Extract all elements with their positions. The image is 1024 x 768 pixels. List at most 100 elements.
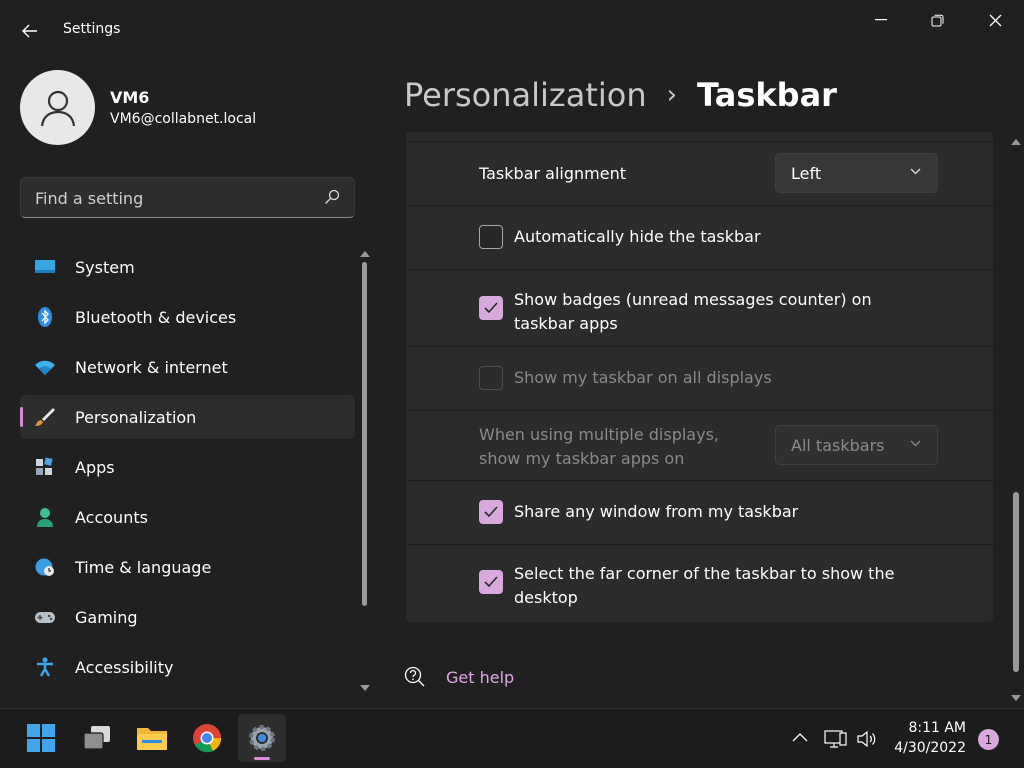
restore-icon (931, 14, 943, 26)
setting-far-corner[interactable]: Select the far corner of the taskbar to … (406, 545, 993, 622)
setting-auto-hide[interactable]: Automatically hide the taskbar (406, 206, 993, 270)
chevron-up-icon[interactable] (791, 729, 809, 747)
all-displays-checkbox[interactable] (479, 366, 503, 390)
main-scrollbar[interactable] (1008, 132, 1024, 706)
checkmark-icon (484, 576, 498, 588)
gear-icon (249, 725, 275, 751)
sidebar-item-time-language[interactable]: Time & language (20, 545, 355, 589)
setting-all-displays: Show my taskbar on all displays (406, 347, 993, 411)
folder-icon (137, 728, 167, 750)
notification-badge[interactable]: 1 (978, 729, 999, 750)
search-input[interactable]: Find a setting (20, 177, 355, 218)
windows-logo-icon (27, 724, 55, 752)
taskbar-settings-button[interactable] (238, 714, 286, 762)
taskbar-behaviors-card: Taskbar alignment Left Automatically hid… (406, 132, 993, 622)
checkmark-icon (484, 302, 498, 314)
avatar[interactable] (20, 70, 95, 145)
taskbar-start-button[interactable] (17, 714, 65, 762)
sidebar-item-gaming[interactable]: Gaming (20, 595, 355, 639)
clock-time[interactable]: 8:11 AM (908, 720, 966, 736)
profile-email: VM6@collabnet.local (110, 111, 257, 127)
taskbar-file-explorer-button[interactable] (128, 714, 176, 762)
alignment-dropdown[interactable]: Left (775, 153, 938, 193)
setting-label: Taskbar alignment (479, 164, 626, 183)
sidebar-item-label: Personalization (75, 408, 197, 427)
sidebar-item-system[interactable]: System (20, 245, 355, 289)
sidebar-item-personalization[interactable]: Personalization (20, 395, 355, 439)
sidebar-item-accessibility[interactable]: Accessibility (20, 645, 355, 689)
chrome-icon (193, 724, 222, 753)
setting-label: Show badges (unread messages counter) on… (514, 290, 872, 333)
globe-clock-icon (35, 558, 54, 576)
network-icon[interactable] (824, 729, 848, 749)
taskbar-task-view-button[interactable] (73, 714, 121, 762)
breadcrumb-separator: › (666, 80, 678, 110)
close-icon (989, 14, 1001, 26)
multi-display-dropdown[interactable]: All taskbars (775, 425, 938, 465)
task-view-icon (83, 726, 110, 750)
clock-date[interactable]: 4/30/2022 (894, 740, 966, 756)
dropdown-value: All taskbars (791, 436, 885, 455)
chevron-down-icon (910, 168, 921, 175)
selection-indicator (20, 407, 23, 427)
setting-label: When using multiple displays, show my ta… (479, 425, 719, 468)
close-button[interactable] (967, 4, 1023, 36)
chevron-down-icon (910, 440, 921, 447)
taskbar-chrome-button[interactable] (183, 714, 231, 762)
badges-checkbox[interactable] (479, 296, 503, 320)
main-scroll-thumb[interactable] (1013, 492, 1019, 672)
card-top-edge (406, 132, 993, 142)
sidebar-item-label: Accounts (75, 508, 148, 527)
dropdown-value: Left (791, 164, 822, 183)
back-button[interactable] (14, 16, 46, 46)
sidebar-scroll-thumb[interactable] (362, 262, 367, 606)
bluetooth-icon (38, 307, 52, 327)
scroll-up-icon (360, 251, 370, 257)
get-help-link[interactable]: Get help (404, 663, 514, 691)
setting-share-window[interactable]: Share any window from my taskbar (406, 481, 993, 545)
scroll-down-icon (1011, 695, 1021, 701)
minimize-icon (875, 19, 887, 21)
sidebar-item-label: Accessibility (75, 658, 174, 677)
volume-icon[interactable] (856, 729, 878, 749)
minimize-button[interactable] (853, 4, 909, 36)
share-window-checkbox[interactable] (479, 500, 503, 524)
brush-icon (35, 408, 55, 426)
help-chat-icon (404, 666, 425, 687)
sidebar-item-apps[interactable]: Apps (20, 445, 355, 489)
sidebar-item-network[interactable]: Network & internet (20, 345, 355, 389)
back-arrow-icon (22, 24, 37, 38)
sidebar-item-label: Gaming (75, 608, 138, 627)
scroll-down-icon (360, 685, 370, 691)
setting-label: Share any window from my taskbar (514, 502, 799, 521)
setting-badges[interactable]: Show badges (unread messages counter) on… (406, 270, 993, 347)
scroll-up-icon (1011, 139, 1021, 145)
setting-label: Automatically hide the taskbar (514, 227, 761, 246)
title-bar: Settings (0, 0, 1024, 62)
active-app-indicator (254, 757, 270, 760)
profile-name: VM6 (110, 88, 150, 107)
sidebar-nav: System Bluetooth & devices Network & int… (20, 245, 355, 695)
get-help-label: Get help (446, 667, 515, 687)
setting-taskbar-alignment: Taskbar alignment Left (406, 142, 993, 206)
sidebar-item-accounts[interactable]: Accounts (20, 495, 355, 539)
sidebar-item-label: Time & language (75, 558, 212, 577)
sidebar-item-label: System (75, 258, 135, 277)
search-icon (325, 189, 340, 204)
sidebar-scrollbar[interactable] (358, 248, 372, 694)
sidebar-item-bluetooth[interactable]: Bluetooth & devices (20, 295, 355, 339)
auto-hide-checkbox[interactable] (479, 225, 503, 249)
setting-label: Show my taskbar on all displays (514, 368, 772, 387)
restore-button[interactable] (909, 4, 965, 36)
breadcrumb: Personalization › Taskbar (404, 72, 837, 118)
sidebar-item-label: Apps (75, 458, 115, 477)
breadcrumb-parent[interactable]: Personalization (404, 76, 647, 114)
apps-icon (36, 457, 53, 475)
far-corner-checkbox[interactable] (479, 570, 503, 594)
setting-multi-display: When using multiple displays, show my ta… (406, 411, 993, 481)
setting-label: Select the far corner of the taskbar to … (514, 564, 895, 607)
sidebar-item-label: Network & internet (75, 358, 228, 377)
person-icon (40, 90, 75, 126)
checkmark-icon (484, 506, 498, 518)
monitor-icon (35, 260, 55, 273)
